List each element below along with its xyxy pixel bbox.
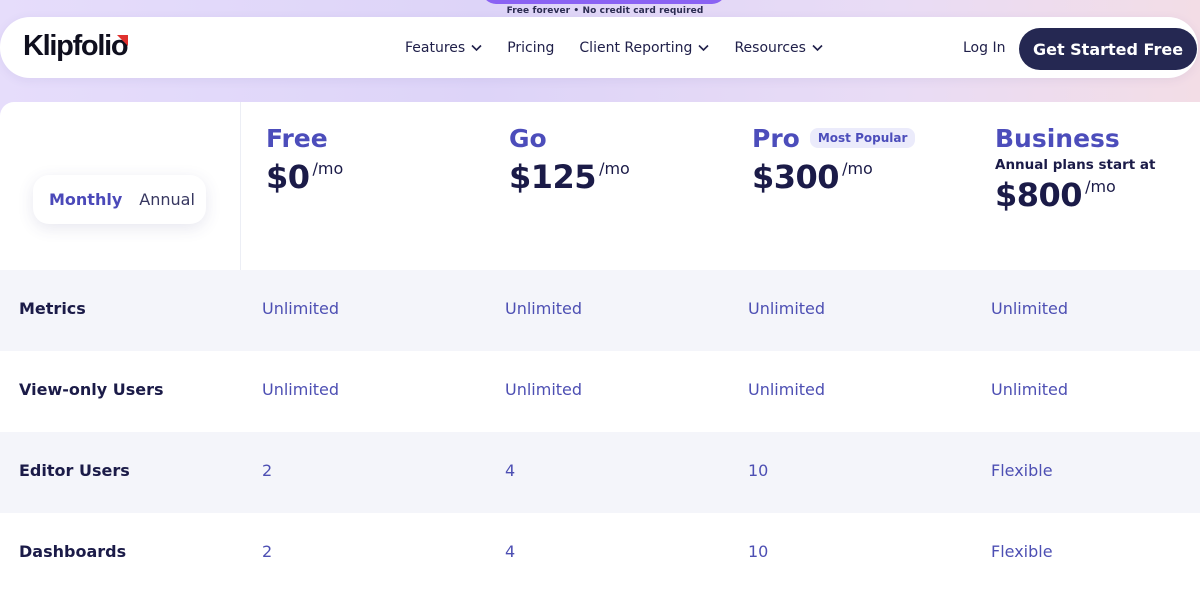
most-popular-badge: Most Popular [809, 128, 916, 148]
nav-item-label: Features [405, 40, 466, 56]
nav-item-pricing[interactable]: Pricing [507, 40, 554, 56]
promo-banner: Free forever • No credit card required [0, 0, 1200, 18]
klipfolio-logo[interactable]: Klipfolio [23, 30, 129, 63]
table-row: Dashboards 2 4 10 Flexible [0, 513, 1200, 594]
primary-nav: Features Pricing Client Reporting Resour… [405, 40, 823, 56]
table-row: Editor Users 2 4 10 Flexible [0, 432, 1200, 513]
plan-price: $800 /mo [995, 176, 1155, 214]
logo-corner-mark [117, 35, 128, 46]
nav-item-label: Pricing [507, 40, 555, 56]
price-amount: $800 [995, 176, 1083, 214]
price-unit: /mo [842, 159, 873, 178]
plan-go: Go $125 /mo [509, 124, 630, 196]
promo-pill[interactable] [482, 0, 726, 4]
plan-name: Pro Most Popular [752, 124, 916, 153]
table-cell: 10 [748, 542, 769, 561]
table-cell: Unlimited [748, 299, 826, 318]
nav-item-client-reporting[interactable]: Client Reporting [579, 40, 710, 56]
table-cell: Unlimited [505, 380, 583, 399]
table-cell: Unlimited [505, 299, 583, 318]
table-cell: Unlimited [991, 380, 1069, 399]
table-cell: Unlimited [991, 299, 1069, 318]
table-cell: Flexible [991, 461, 1053, 480]
table-row: Metrics Unlimited Unlimited Unlimited Un… [0, 270, 1200, 351]
chevron-down-icon [812, 44, 823, 52]
login-link[interactable]: Log In [963, 40, 1005, 56]
plan-name: Free [266, 124, 328, 153]
toggle-monthly[interactable]: Monthly [49, 190, 122, 209]
table-cell: 2 [262, 542, 273, 561]
chevron-down-icon [471, 44, 482, 52]
price-unit: /mo [1085, 177, 1116, 196]
plan-business: Business Annual plans start at $800 /mo [995, 124, 1155, 214]
nav-item-label: Client Reporting [579, 40, 693, 56]
table-header-left: Monthly Annual [0, 102, 241, 270]
price-unit: /mo [312, 159, 344, 178]
plan-price: $125 /mo [509, 158, 630, 196]
row-label: Editor Users [19, 461, 130, 480]
table-cell: Unlimited [748, 380, 826, 399]
price-amount: $125 [509, 158, 597, 196]
navbar: Klipfolio Features Pricing Client Report… [0, 17, 1198, 78]
plan-price: $300 /mo [752, 158, 915, 196]
row-label: Dashboards [19, 542, 127, 561]
row-label: View-only Users [19, 380, 164, 399]
toggle-annual[interactable]: Annual [139, 190, 195, 209]
price-amount: $300 [752, 158, 840, 196]
nav-item-resources[interactable]: Resources [734, 40, 823, 56]
table-cell: 4 [505, 542, 516, 561]
row-label: Metrics [19, 299, 86, 318]
billing-toggle: Monthly Annual [33, 175, 206, 224]
pricing-table: Monthly Annual Free $0 /mo Go $125 /mo P… [0, 102, 1200, 600]
plan-price: $0 /mo [266, 158, 343, 196]
plan-name-text: Pro [752, 124, 800, 153]
get-started-button[interactable]: Get Started Free [1019, 28, 1197, 70]
table-cell: Unlimited [262, 299, 340, 318]
plan-note: Annual plans start at [995, 157, 1156, 173]
table-cell: 10 [748, 461, 769, 480]
table-cell: 4 [505, 461, 516, 480]
plan-name: Go [509, 124, 547, 153]
chevron-down-icon [698, 44, 710, 52]
promo-text: Free forever • No credit card required [506, 6, 704, 16]
plan-name: Business [995, 124, 1120, 153]
plan-pro: Pro Most Popular $300 /mo [752, 124, 916, 196]
price-amount: $0 [266, 158, 310, 196]
table-cell: 2 [262, 461, 273, 480]
plan-free: Free $0 /mo [266, 124, 343, 196]
table-cell: Flexible [991, 542, 1053, 561]
table-row: View-only Users Unlimited Unlimited Unli… [0, 351, 1200, 432]
price-unit: /mo [599, 159, 630, 178]
nav-item-features[interactable]: Features [405, 40, 482, 56]
table-cell: Unlimited [262, 380, 340, 399]
nav-item-label: Resources [734, 40, 806, 56]
